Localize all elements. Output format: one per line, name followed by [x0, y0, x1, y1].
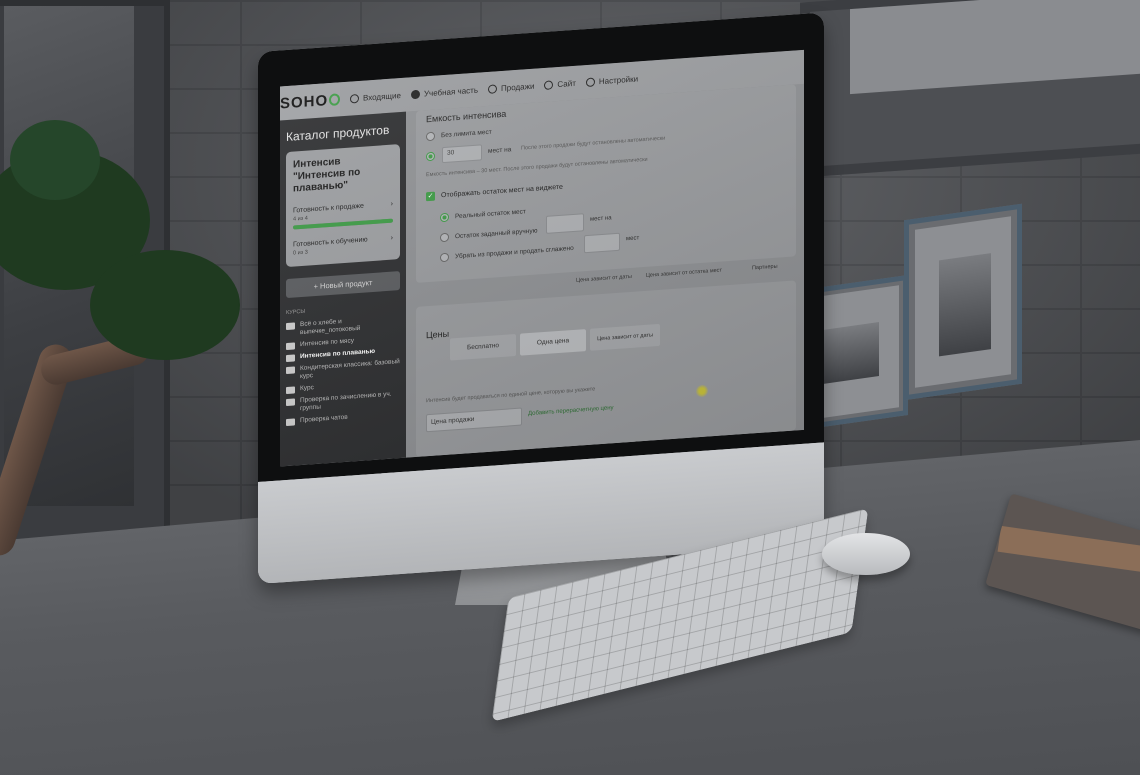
- price-option-free[interactable]: Бесплатно: [450, 333, 516, 361]
- prices-panel: Цены Бесплатно Одна цена Цена зависит от…: [416, 280, 796, 457]
- sale-price-field[interactable]: Цена продажи: [426, 407, 522, 433]
- radio-icon: [440, 232, 449, 243]
- landscape-photo: [821, 322, 879, 385]
- price-hint: Интенсив будет продаваться по единой цен…: [426, 386, 596, 405]
- logo-ring-icon: [329, 93, 340, 107]
- seats-input[interactable]: 30: [442, 144, 482, 164]
- new-product-button[interactable]: + Новый продукт: [286, 271, 400, 299]
- manual-seats-input[interactable]: [546, 213, 584, 234]
- checkbox-label: Отображать остаток мест на виджете: [441, 183, 563, 200]
- tab-partners[interactable]: Партнеры: [752, 264, 778, 272]
- nav-settings[interactable]: Настройки: [585, 73, 639, 87]
- price-option-by-date[interactable]: Цена зависит от даты: [590, 323, 660, 351]
- new-product-label: Новый продукт: [320, 277, 373, 291]
- no-limit-option[interactable]: Без лимита мест: [426, 128, 492, 142]
- tower-photo: [939, 253, 991, 357]
- nav-site[interactable]: Сайт: [544, 78, 576, 90]
- folder-icon: [286, 342, 295, 351]
- option-label: Реальный остаток мест: [455, 208, 526, 221]
- radio-icon: [440, 252, 449, 263]
- hide-suffix: мест: [626, 235, 640, 243]
- notebook-stripe: [997, 525, 1140, 580]
- hide-after-option[interactable]: Убрать из продажи и продать сглажено: [440, 244, 574, 263]
- seats-suffix: мест на: [488, 146, 512, 155]
- chevron-right-icon: ›: [390, 234, 393, 242]
- radio-icon: [410, 89, 420, 99]
- capacity-panel: Емкость интенсива Без лимита мест 30 мес…: [416, 84, 796, 283]
- folder-icon: [286, 354, 295, 363]
- nav-label: Продажи: [501, 81, 535, 93]
- radio-icon: [350, 93, 359, 104]
- nav-education[interactable]: Учебная часть: [410, 85, 478, 99]
- option-label: Убрать из продажи и продать сглажено: [455, 244, 574, 261]
- nav-label: Настройки: [598, 73, 639, 86]
- nav-label: Входящие: [363, 90, 401, 103]
- radio-icon: [585, 76, 595, 87]
- nav-label: Сайт: [557, 78, 576, 89]
- chevron-right-icon: ›: [390, 200, 393, 208]
- product-card-title: Интенсив "Интенсив по плаванью": [293, 156, 361, 195]
- show-remaining-checkbox[interactable]: ✓ Отображать остаток мест на виджете: [426, 183, 563, 202]
- folder-icon: [286, 322, 295, 331]
- radio-icon: [426, 131, 435, 142]
- folder-icon: [286, 386, 295, 395]
- screen: SOHO Входящие Учебная часть Продажи Сайт…: [280, 49, 804, 467]
- small-frame-tower: [904, 203, 1022, 401]
- top-right-picture-frame: [800, 0, 1140, 178]
- soho-logo[interactable]: SOHO: [280, 82, 340, 121]
- folder-icon: [286, 418, 295, 427]
- seats-hint: После этого продажи будут остановлены ав…: [521, 135, 666, 152]
- nav-sales[interactable]: Продажи: [488, 81, 535, 94]
- folder-icon: [286, 398, 295, 407]
- product-card[interactable]: Интенсив "Интенсив по плаванью" Готовнос…: [286, 144, 400, 268]
- plant-foliage: [90, 250, 240, 360]
- mouse: [822, 533, 910, 575]
- product-catalog-sidebar: Каталог продуктов Интенсив "Интенсив по …: [280, 111, 406, 467]
- nav-label: Учебная часть: [423, 85, 478, 98]
- checkmark-icon: ✓: [426, 191, 435, 202]
- option-label: Без лимита мест: [441, 128, 492, 140]
- real-remaining-option[interactable]: Реальный остаток мест: [440, 207, 526, 223]
- radio-icon: [544, 79, 554, 90]
- main-content: Емкость интенсива Без лимита мест 30 мес…: [406, 83, 804, 458]
- course-label: Проверка чатов: [300, 413, 348, 425]
- option-label: Остаток заданный вручную: [455, 227, 538, 241]
- manual-remaining-option[interactable]: Остаток заданный вручную: [440, 226, 538, 243]
- imac-monitor: SOHO Входящие Учебная часть Продажи Сайт…: [258, 12, 824, 584]
- folder-icon: [286, 366, 295, 375]
- price-option-single[interactable]: Одна цена: [520, 329, 586, 356]
- frame-mat: [850, 0, 1140, 95]
- radio-selected-icon: [426, 151, 435, 162]
- add-recalc-price-link[interactable]: Добавить перерасчетную цену: [528, 405, 614, 417]
- radio-icon: [488, 83, 497, 94]
- tab-remaining-price[interactable]: Цена зависит от остатка мест: [646, 268, 722, 279]
- hide-seats-input[interactable]: [584, 232, 620, 254]
- radio-selected-icon: [440, 212, 449, 223]
- monitor-bezel: SOHO Входящие Учебная часть Продажи Сайт…: [258, 12, 824, 483]
- prices-title: Цены: [426, 328, 450, 341]
- course-label: Курс: [300, 384, 314, 393]
- plant-foliage: [10, 120, 100, 200]
- seats-limit-option[interactable]: [426, 151, 441, 162]
- capacity-title: Емкость интенсива: [426, 108, 507, 125]
- nav-inbox[interactable]: Входящие: [350, 91, 401, 104]
- manual-suffix: мест на: [590, 215, 612, 223]
- tab-date-price[interactable]: Цена зависит от даты: [576, 274, 632, 284]
